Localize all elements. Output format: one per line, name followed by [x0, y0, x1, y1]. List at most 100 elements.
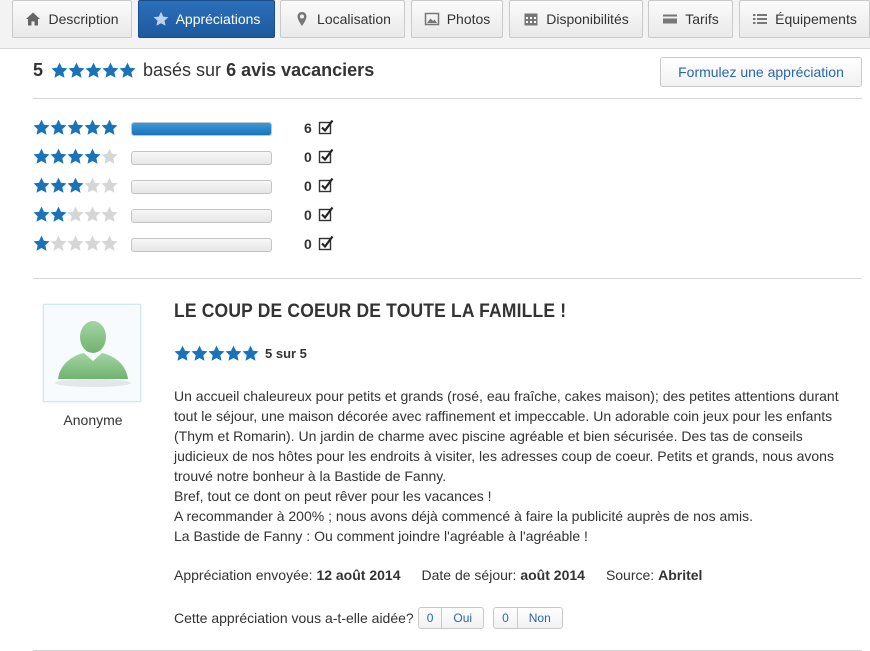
tab-equipements[interactable]: Équipements: [739, 0, 870, 38]
tab-appreciations[interactable]: Appréciations: [138, 0, 275, 38]
row-stars: [33, 148, 118, 165]
star-empty-icon: [84, 235, 101, 251]
stay-label: Date de séjour:: [421, 567, 517, 583]
row-stars: [33, 177, 118, 194]
row-stars: [33, 235, 118, 252]
star-filled-icon: [208, 345, 225, 361]
yes-label: Oui: [453, 611, 473, 625]
star-filled-icon: [67, 119, 84, 135]
yes-count: 0: [419, 608, 443, 628]
review-paragraph: Un accueil chaleureux pour petits et gra…: [174, 388, 839, 484]
star-empty-icon: [84, 206, 101, 222]
review-body: Un accueil chaleureux pour petits et gra…: [174, 386, 854, 546]
row-count: 0: [304, 236, 312, 252]
home-icon: [25, 11, 41, 27]
sent-date: 12 août 2014: [316, 567, 401, 583]
tab-label: Disponibilités: [546, 11, 629, 27]
list-icon: [752, 11, 768, 27]
tab-disponibilites[interactable]: Disponibilités: [509, 0, 643, 38]
tag-icon: [662, 11, 678, 27]
source-label: Source:: [605, 567, 655, 583]
star-filled-icon: [101, 119, 118, 135]
star-empty-icon: [84, 177, 101, 193]
review-title: LE COUP DE COEUR DE TOUTE LA FAMILLE !: [174, 301, 567, 322]
star-filled-icon: [85, 62, 102, 78]
star-empty-icon: [67, 206, 84, 222]
star-empty-icon: [50, 235, 67, 251]
tab-label: Appréciations: [175, 11, 261, 27]
tab-label: Tarifs: [685, 11, 719, 27]
row-count: 0: [304, 149, 312, 165]
star-filled-icon: [102, 62, 119, 78]
summary-stars: [51, 62, 136, 79]
tab-localisation[interactable]: Localisation: [280, 0, 405, 38]
distribution-bar: [131, 209, 272, 223]
checkbox-icon[interactable]: [318, 235, 334, 251]
star-filled-icon: [67, 177, 84, 193]
rating-summary: 5 basés sur 6 avis vacanciers: [33, 60, 374, 81]
star-filled-icon: [33, 119, 50, 135]
distribution-bar-fill: [132, 123, 271, 135]
helpful-section: Cette appréciation vous a-t-elle aidée? …: [174, 607, 563, 629]
average-rating: 5: [33, 60, 44, 80]
star-empty-icon: [101, 206, 118, 222]
star-filled-icon: [33, 235, 50, 251]
review-count: 6 avis vacanciers: [226, 60, 375, 80]
star-filled-icon: [33, 177, 50, 193]
star-filled-icon: [191, 345, 208, 361]
star-filled-icon: [33, 148, 50, 164]
helpful-question: Cette appréciation vous a-t-elle aidée?: [174, 610, 414, 626]
star-filled-icon: [50, 206, 67, 222]
star-filled-icon: [50, 119, 67, 135]
star-filled-icon: [242, 345, 259, 361]
tab-bar: Description Appréciations Localisation P…: [0, 0, 870, 49]
star-filled-icon: [119, 62, 136, 78]
distribution-bar: [131, 122, 272, 136]
tab-label: Localisation: [317, 11, 391, 27]
star-icon: [153, 11, 169, 27]
write-review-button[interactable]: Formulez une appréciation: [660, 57, 862, 87]
checkbox-icon[interactable]: [318, 119, 334, 135]
row-stars: [33, 206, 118, 223]
user-silhouette-icon: [55, 321, 131, 387]
distribution-bar: [131, 151, 272, 165]
review-paragraph: La Bastide de Fanny : Ou comment joindre…: [174, 528, 588, 544]
checkbox-icon[interactable]: [318, 148, 334, 164]
star-filled-icon: [84, 148, 101, 164]
review-stars: [174, 345, 259, 362]
star-filled-icon: [68, 62, 85, 78]
star-filled-icon: [33, 206, 50, 222]
star-filled-icon: [50, 148, 67, 164]
tab-label: Description: [48, 11, 119, 27]
tab-tarifs[interactable]: Tarifs: [648, 0, 733, 38]
star-empty-icon: [101, 177, 118, 193]
tab-label: Photos: [446, 11, 491, 27]
summary-prefix: basés sur: [143, 60, 222, 80]
star-filled-icon: [225, 345, 242, 361]
tab-photos[interactable]: Photos: [411, 0, 503, 38]
vote-no-button[interactable]: 0 Non: [493, 607, 563, 629]
map-pin-icon: [294, 11, 310, 27]
review-rating-label: 5 sur 5: [265, 346, 307, 361]
source-value: Abritel: [658, 567, 703, 583]
star-filled-icon: [51, 62, 68, 78]
distribution-bar: [131, 238, 272, 252]
avatar: [43, 304, 141, 402]
checkbox-icon[interactable]: [318, 177, 334, 193]
tab-description[interactable]: Description: [12, 0, 132, 38]
review-meta: Appréciation envoyée: 12 août 2014 Date d…: [174, 567, 702, 583]
divider: [33, 278, 862, 279]
vote-yes-button[interactable]: 0 Oui: [417, 607, 485, 629]
tab-label: Équipements: [775, 11, 857, 27]
no-label: Non: [528, 611, 551, 625]
star-filled-icon: [50, 177, 67, 193]
star-filled-icon: [84, 119, 101, 135]
review-paragraph: A recommander à 200% ; nous avons déjà c…: [174, 508, 753, 524]
star-filled-icon: [67, 148, 84, 164]
star-filled-icon: [174, 345, 191, 361]
review-rating: 5 sur 5: [174, 345, 307, 362]
checkbox-icon[interactable]: [318, 206, 334, 222]
distribution-bar: [131, 180, 272, 194]
star-empty-icon: [67, 235, 84, 251]
star-empty-icon: [101, 235, 118, 251]
